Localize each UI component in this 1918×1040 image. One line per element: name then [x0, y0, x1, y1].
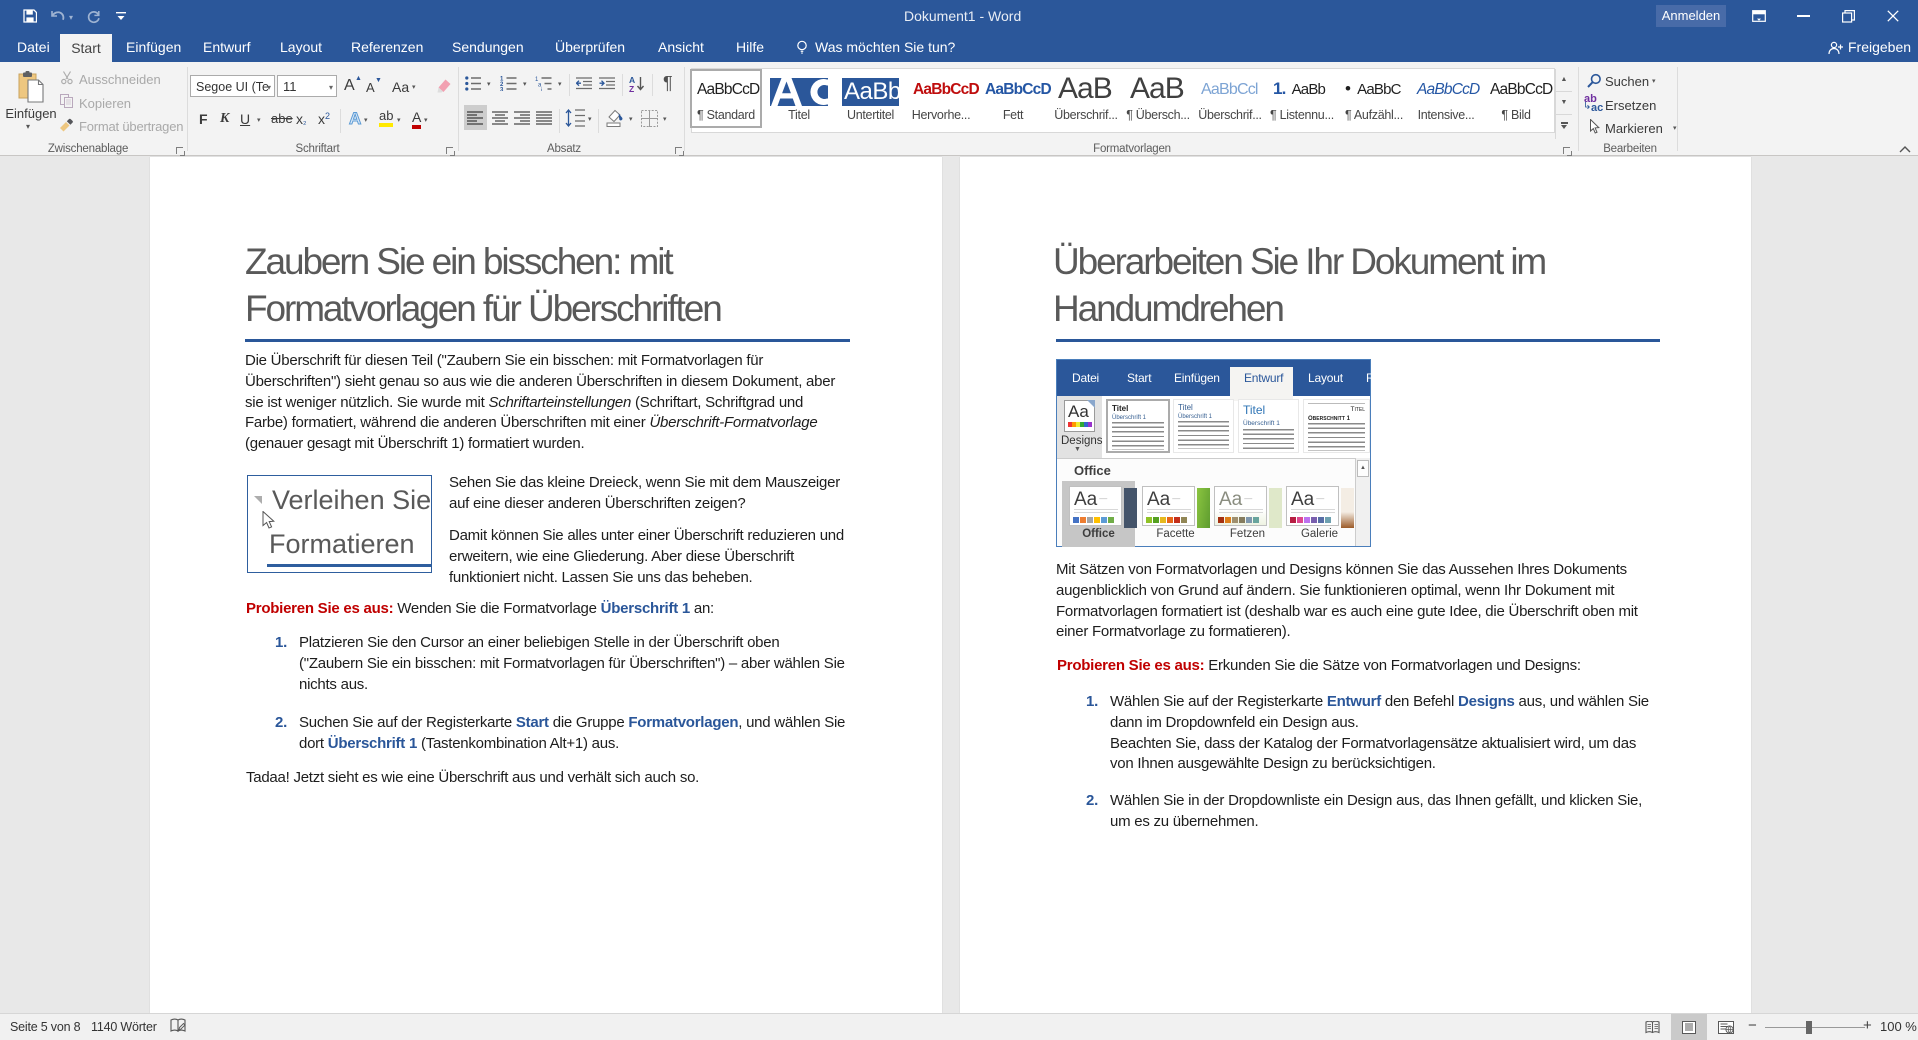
svg-text:3: 3 — [500, 87, 504, 91]
svg-text:A: A — [349, 109, 361, 127]
svg-text:Z: Z — [629, 84, 634, 92]
svg-text:i: i — [541, 88, 542, 91]
